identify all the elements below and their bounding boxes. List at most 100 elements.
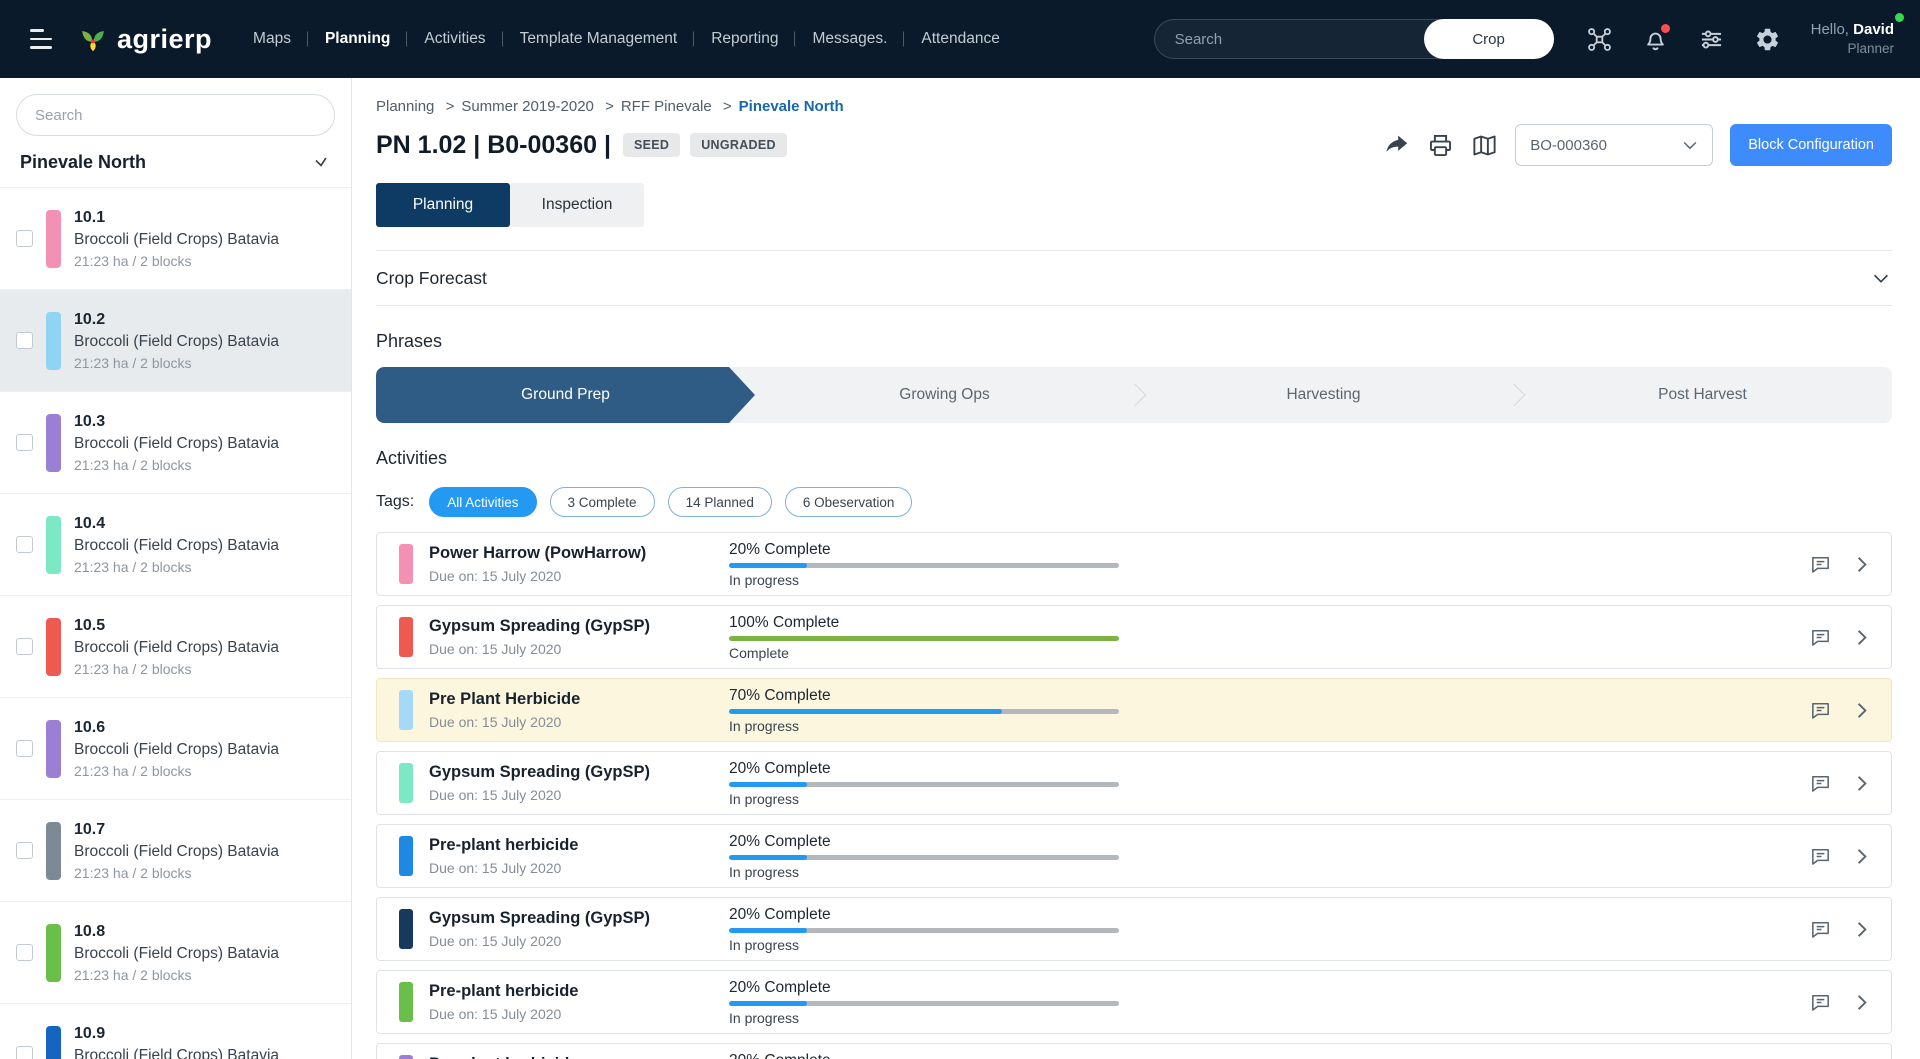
chevron-right-icon[interactable] — [1850, 918, 1873, 941]
breadcrumb-link[interactable]: RFF Pinevale — [621, 98, 712, 115]
item-checkbox[interactable] — [16, 944, 33, 961]
nav-item[interactable]: Attendance — [904, 30, 1016, 48]
tab[interactable]: Planning — [376, 183, 510, 227]
progress-fill — [729, 782, 807, 787]
chevron-right-icon[interactable] — [1850, 626, 1873, 649]
item-checkbox[interactable] — [16, 434, 33, 451]
percent-label: 20% Complete — [729, 1052, 1119, 1059]
block-configuration-button[interactable]: Block Configuration — [1730, 124, 1892, 166]
item-checkbox[interactable] — [16, 842, 33, 859]
breadcrumb-link[interactable]: Planning — [376, 98, 434, 115]
comment-icon[interactable] — [1809, 772, 1832, 795]
tag-pill[interactable]: 3 Complete — [550, 487, 655, 517]
item-checkbox[interactable] — [16, 332, 33, 349]
item-code: 10.2 — [74, 311, 279, 329]
activity-row[interactable]: Pre Plant Herbicide Due on: 15 July 2020… — [376, 678, 1892, 742]
progress-bar — [729, 1001, 1119, 1006]
crop-color-bar — [46, 1026, 61, 1059]
comment-icon[interactable] — [1809, 918, 1832, 941]
map-icon[interactable] — [1471, 132, 1498, 159]
block-list-item[interactable]: 10.2 Broccoli (Field Crops) Batavia 21:2… — [0, 289, 351, 391]
progress-fill — [729, 563, 807, 568]
topbar: agrierp Maps Planning Activities Templat… — [0, 0, 1920, 78]
status-label: In progress — [729, 1010, 1119, 1026]
item-checkbox[interactable] — [16, 638, 33, 655]
activity-row[interactable]: Gypsum Spreading (GypSP) Due on: 15 July… — [376, 751, 1892, 815]
breadcrumb-link[interactable]: Summer 2019-2020 — [461, 98, 594, 115]
user-menu[interactable]: Hello, David Planner — [1811, 19, 1894, 59]
nav-item[interactable]: Reporting — [694, 30, 795, 48]
nav-item[interactable]: Activities — [407, 30, 502, 48]
breadcrumb-item: Summer 2019-2020 > — [461, 98, 621, 115]
item-meta: 21:23 ha / 2 blocks — [74, 457, 279, 473]
phase-segment[interactable]: Harvesting — [1134, 367, 1513, 423]
item-checkbox[interactable] — [16, 740, 33, 757]
chevron-right-icon[interactable] — [1850, 699, 1873, 722]
comment-icon[interactable] — [1809, 626, 1832, 649]
nav-item[interactable]: Messages. — [795, 30, 904, 48]
sidebar-search-input[interactable] — [16, 94, 335, 136]
activity-color-bar — [399, 836, 413, 876]
block-list-item[interactable]: 10.7 Broccoli (Field Crops) Batavia 21:2… — [0, 799, 351, 901]
chevron-right-icon[interactable] — [1850, 553, 1873, 576]
block-selector[interactable]: BO-000360 — [1515, 124, 1713, 166]
comment-icon[interactable] — [1809, 991, 1832, 1014]
nav-item[interactable]: Planning — [308, 30, 407, 48]
block-list-item[interactable]: 10.9 Broccoli (Field Crops) Batavia 21:2… — [0, 1003, 351, 1059]
activity-title: Pre Plant Herbicide — [429, 690, 729, 709]
chevron-right-icon[interactable] — [1850, 772, 1873, 795]
brand-logo[interactable]: agrierp — [76, 22, 212, 56]
chevron-right-icon[interactable] — [1850, 845, 1873, 868]
print-icon[interactable] — [1427, 132, 1454, 159]
comment-icon[interactable] — [1809, 699, 1832, 722]
nav-item[interactable]: Maps — [236, 30, 308, 48]
comment-icon[interactable] — [1809, 845, 1832, 868]
percent-label: 20% Complete — [729, 979, 1119, 997]
block-list-item[interactable]: 10.5 Broccoli (Field Crops) Batavia 21:2… — [0, 595, 351, 697]
user-name: David — [1853, 21, 1894, 38]
activity-actions — [1809, 699, 1873, 722]
share-icon[interactable] — [1383, 132, 1410, 159]
phase-segment[interactable]: Post Harvest — [1513, 367, 1892, 423]
item-checkbox[interactable] — [16, 1046, 33, 1059]
item-title: Broccoli (Field Crops) Batavia — [74, 843, 279, 861]
activity-row[interactable]: Gypsum Spreading (GypSP) Due on: 15 July… — [376, 605, 1892, 669]
activities-title: Activities — [376, 448, 1892, 469]
gear-icon[interactable] — [1754, 26, 1781, 53]
activity-color-bar — [399, 617, 413, 657]
activity-row[interactable]: Pre-plant herbicide Due on: 15 July 2020… — [376, 824, 1892, 888]
menu-icon[interactable] — [26, 25, 56, 53]
block-selector-value: BO-000360 — [1516, 137, 1668, 154]
tag-pill[interactable]: 6 Obeservation — [785, 487, 913, 517]
block-list-item[interactable]: 10.6 Broccoli (Field Crops) Batavia 21:2… — [0, 697, 351, 799]
block-list-item[interactable]: 10.4 Broccoli (Field Crops) Batavia 21:2… — [0, 493, 351, 595]
page-body: Pinevale North 10.1 Broccoli (Field Crop… — [0, 78, 1920, 1059]
tab[interactable]: Inspection — [510, 183, 644, 227]
drone-icon[interactable] — [1586, 26, 1613, 53]
block-list-item[interactable]: 10.3 Broccoli (Field Crops) Batavia 21:2… — [0, 391, 351, 493]
block-list-item[interactable]: 10.8 Broccoli (Field Crops) Batavia 21:2… — [0, 901, 351, 1003]
phase-segment[interactable]: Ground Prep — [376, 367, 755, 423]
block-list-item[interactable]: 10.1 Broccoli (Field Crops) Batavia 21:2… — [0, 187, 351, 289]
status-label: Complete — [729, 645, 1119, 661]
nav-item[interactable]: Template Management — [503, 30, 695, 48]
crop-forecast-accordion[interactable]: Crop Forecast — [376, 250, 1892, 306]
chevron-right-icon[interactable] — [1850, 991, 1873, 1014]
notification-badge — [1661, 24, 1670, 33]
item-checkbox[interactable] — [16, 536, 33, 553]
crop-color-bar — [46, 924, 61, 982]
comment-icon[interactable] — [1809, 553, 1832, 576]
notifications-bell-icon[interactable] — [1642, 26, 1669, 53]
activity-row[interactable]: Pre-plant herbicide Due on: 15 July 2020… — [376, 970, 1892, 1034]
activity-row[interactable]: Power Harrow (PowHarrow) Due on: 15 July… — [376, 532, 1892, 596]
search-scope-button[interactable]: Crop — [1424, 19, 1554, 59]
tag-pill[interactable]: All Activities — [429, 487, 536, 517]
tag-pill[interactable]: 14 Planned — [668, 487, 772, 517]
activity-row[interactable]: Gypsum Spreading (GypSP) Due on: 15 July… — [376, 897, 1892, 961]
phase-segment[interactable]: Growing Ops — [755, 367, 1134, 423]
sliders-icon[interactable] — [1698, 26, 1725, 53]
item-checkbox[interactable] — [16, 230, 33, 247]
sidebar-group-header[interactable]: Pinevale North — [0, 148, 351, 187]
breadcrumb-link[interactable]: Pinevale North — [739, 98, 844, 115]
activity-row[interactable]: Pre-plant herbicide Due on: 15 July 2020… — [376, 1043, 1892, 1059]
